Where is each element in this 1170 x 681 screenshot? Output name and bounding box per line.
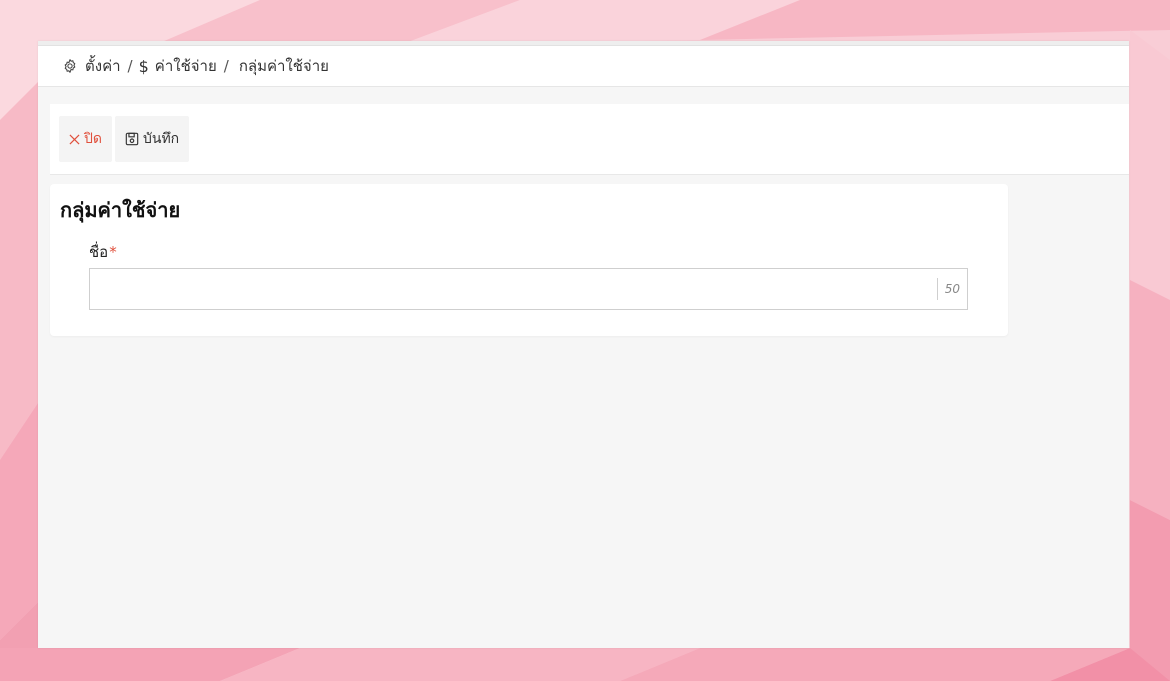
save-button[interactable]: บันทึก (114, 116, 190, 162)
form-card: กลุ่มค่าใช้จ่าย ชื่อ* 50 (50, 184, 1008, 336)
toolbar: ปิด บันทึก (50, 104, 1129, 175)
name-field-wrapper: 50 (89, 268, 968, 310)
name-field-label: ชื่อ* (89, 240, 117, 264)
floppy-disk-icon (125, 132, 139, 146)
breadcrumb-item-settings[interactable]: ตั้งค่า (62, 54, 121, 78)
breadcrumb-label: กลุ่มค่าใช้จ่าย (238, 57, 329, 75)
breadcrumb-separator: / (223, 57, 229, 75)
breadcrumb-label: ค่าใช้จ่าย (154, 57, 217, 75)
breadcrumb-separator: / (127, 57, 133, 75)
save-button-label: บันทึก (142, 131, 180, 147)
close-button-label: ปิด (84, 131, 102, 147)
form-title: กลุ่มค่าใช้จ่าย (60, 198, 181, 222)
app-window: ตั้งค่า / $ ค่าใช้จ่าย / กลุ่มค่าใช้จ่าย… (38, 41, 1129, 648)
breadcrumb-label: ตั้งค่า (85, 57, 121, 75)
breadcrumb-item-expense-group: กลุ่มค่าใช้จ่าย (235, 54, 329, 78)
max-length-counter: 50 (936, 278, 967, 300)
required-marker: * (109, 243, 117, 261)
name-label-text: ชื่อ (89, 243, 109, 261)
gear-icon (64, 59, 76, 73)
breadcrumb-item-expenses[interactable]: $ ค่าใช้จ่าย (139, 54, 217, 78)
close-icon (69, 133, 80, 145)
breadcrumb-bar: ตั้งค่า / $ ค่าใช้จ่าย / กลุ่มค่าใช้จ่าย (38, 46, 1129, 87)
dollar-icon: $ (138, 56, 149, 76)
close-button[interactable]: ปิด (59, 116, 112, 162)
breadcrumb: ตั้งค่า / $ ค่าใช้จ่าย / กลุ่มค่าใช้จ่าย (38, 54, 329, 78)
name-input[interactable] (90, 269, 930, 309)
